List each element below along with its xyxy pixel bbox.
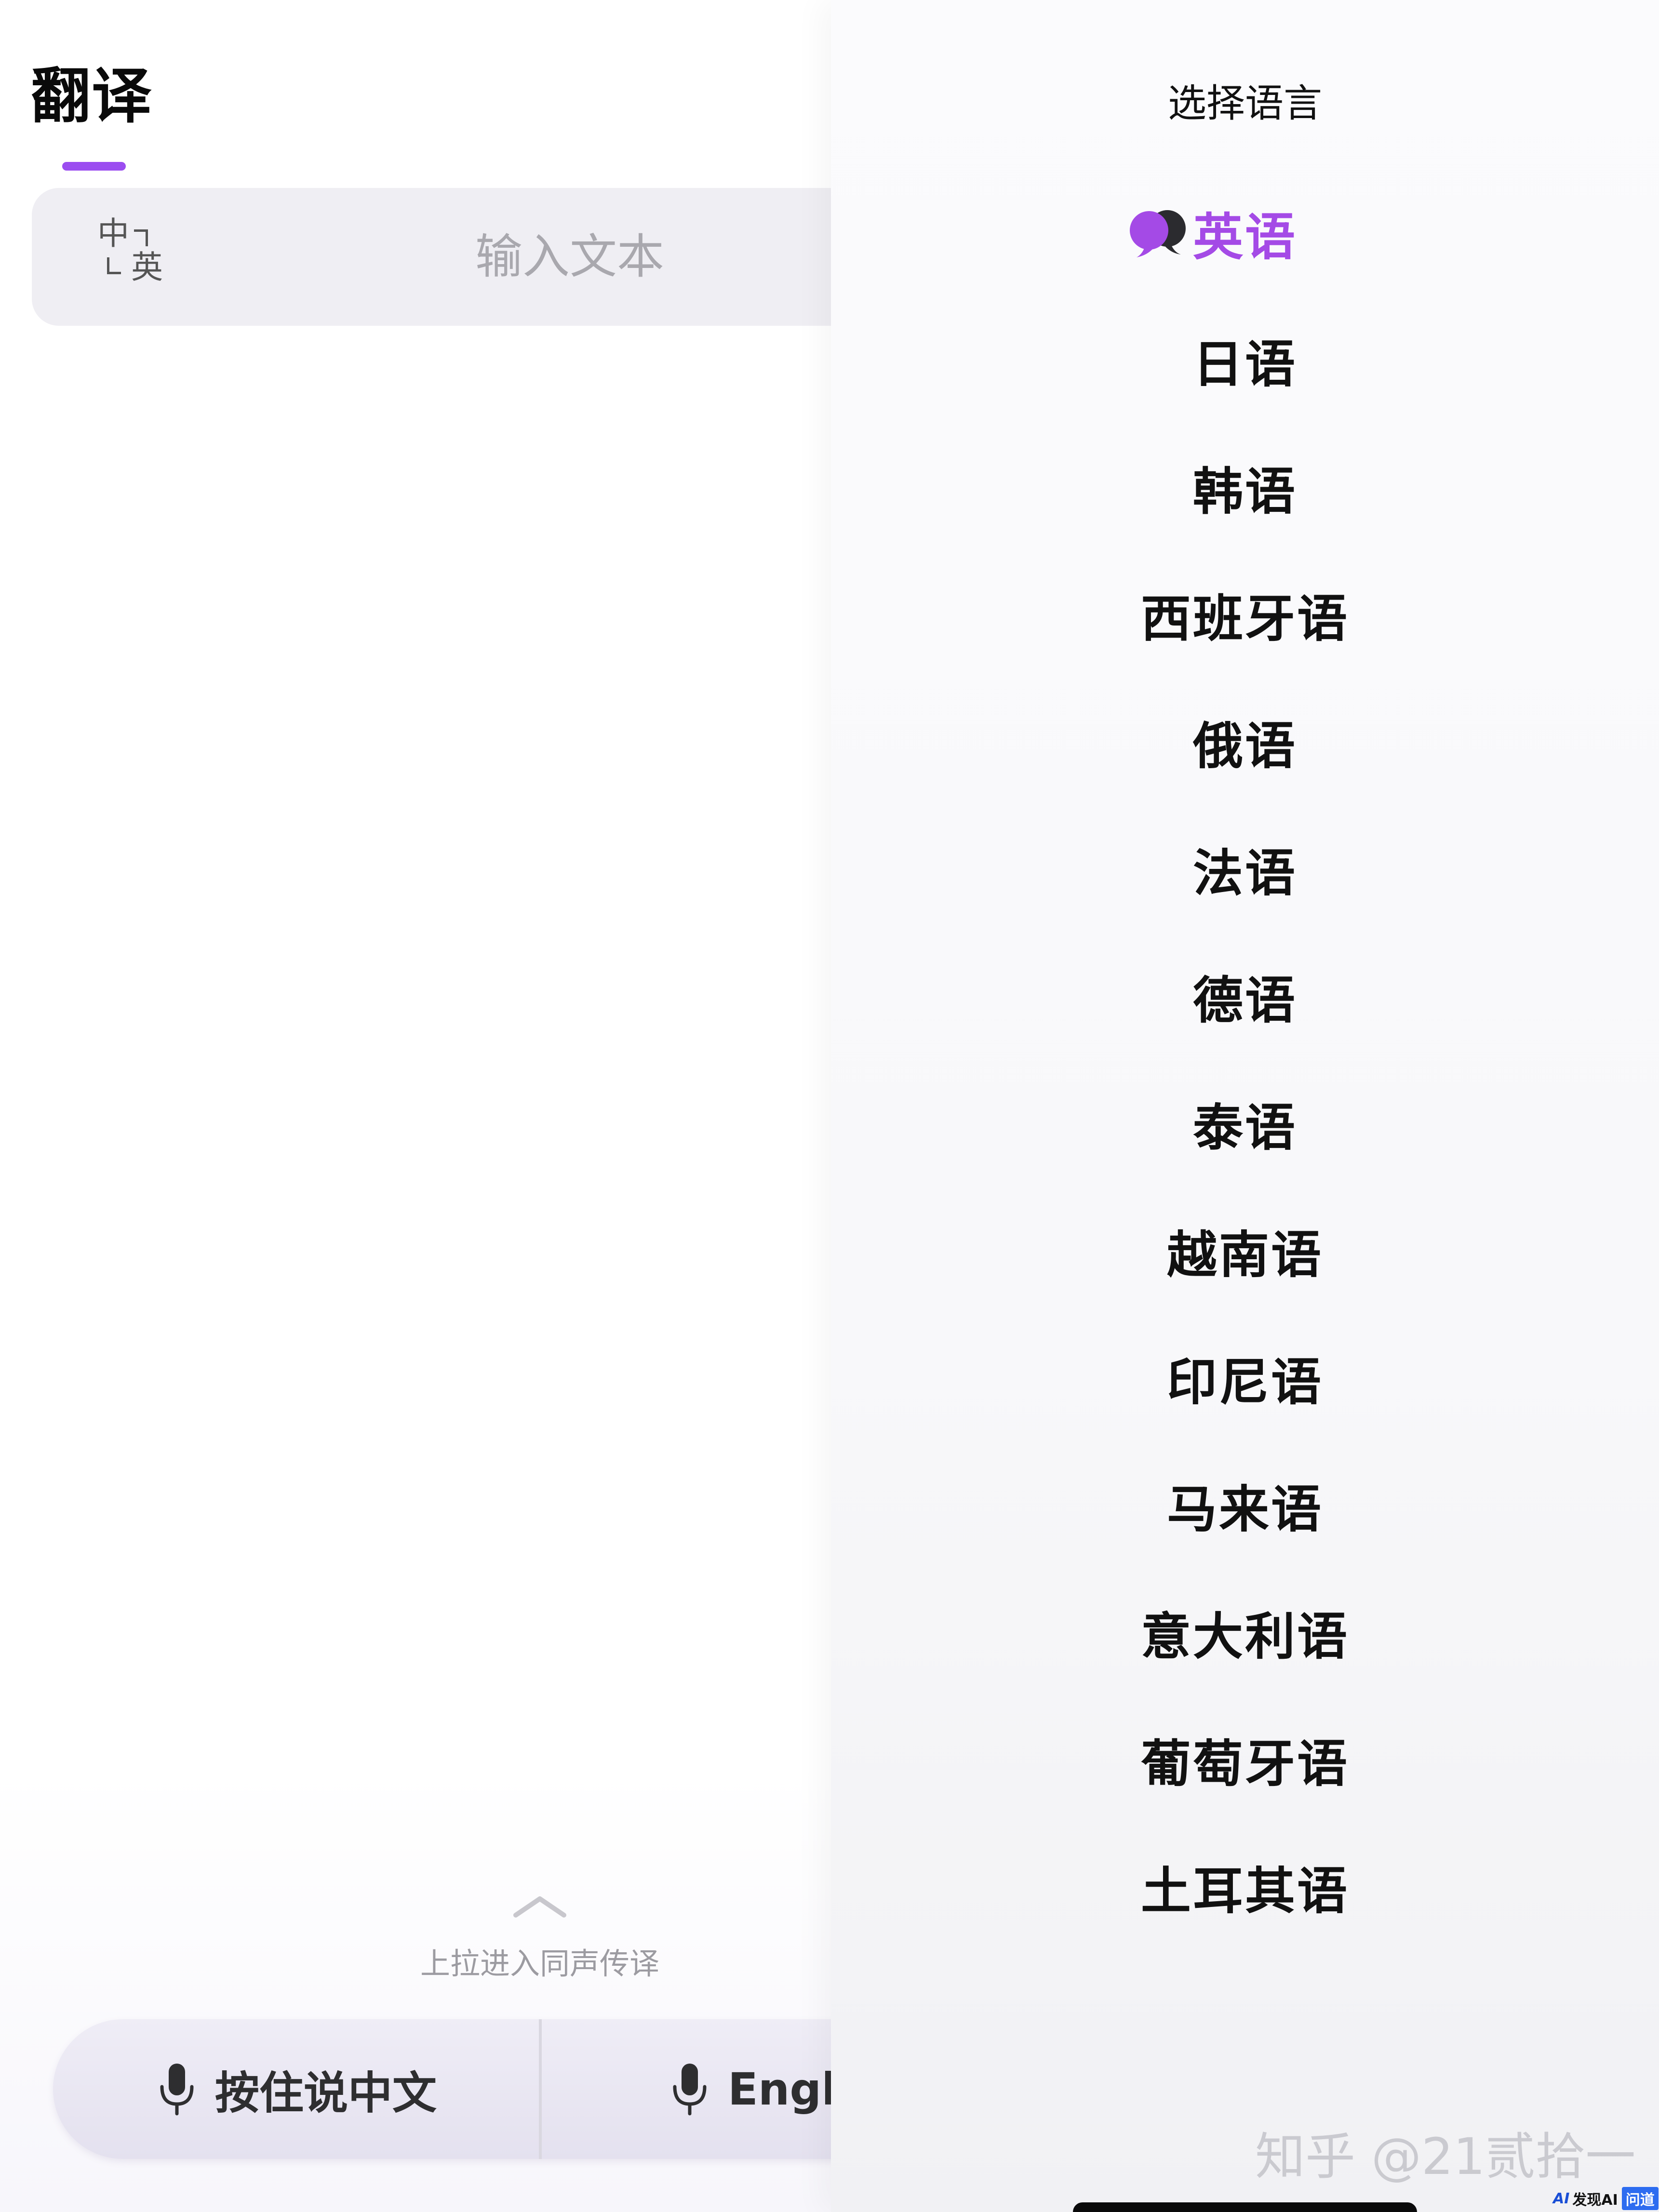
- language-label: 日语: [1192, 334, 1297, 394]
- language-label: 西班牙语: [1140, 589, 1349, 648]
- text-input[interactable]: [369, 188, 803, 326]
- corner-badge: AI 发现AI 问道: [1553, 2187, 1659, 2210]
- language-option-spanish[interactable]: 西班牙语: [831, 550, 1659, 678]
- speech-bubbles-icon: [1130, 210, 1186, 257]
- panel-title: 选择语言: [1168, 81, 1322, 126]
- language-option-french[interactable]: 法语: [831, 805, 1659, 932]
- translate-screen: 翻译 中 英 上拉进入同声传译 按住说中文: [0, 0, 831, 2212]
- chevron-up-icon[interactable]: [513, 1894, 567, 1918]
- hold-to-speak-english-button[interactable]: Engl: [672, 2019, 831, 2159]
- language-option-japanese[interactable]: 日语: [831, 296, 1659, 423]
- language-label: 泰语: [1192, 1098, 1297, 1157]
- language-label: 韩语: [1192, 462, 1297, 521]
- language-label: 土耳其语: [1140, 1861, 1349, 1920]
- language-label: 越南语: [1166, 1225, 1323, 1284]
- microphone-icon: [673, 2064, 707, 2116]
- page-title: 翻译: [31, 62, 153, 131]
- text-input-bar[interactable]: 中 英: [32, 188, 831, 326]
- language-label: 印尼语: [1166, 1352, 1323, 1412]
- microphone-icon: [160, 2064, 194, 2116]
- language-label: 葡萄牙语: [1140, 1734, 1349, 1793]
- hold-to-speak-chinese-button[interactable]: 按住说中文: [159, 2019, 437, 2159]
- title-underline: [62, 162, 126, 171]
- badge-box: 问道: [1621, 2187, 1659, 2210]
- language-option-russian[interactable]: 俄语: [831, 678, 1659, 805]
- language-label: 法语: [1192, 843, 1297, 903]
- voice-label-chinese: 按住说中文: [215, 2067, 437, 2119]
- language-select-panel: 选择语言 英语 日语 韩语 西班牙语 俄语 法语 德语 泰语 越南语 印尼语 马…: [831, 0, 1659, 2212]
- badge-ai-mark: AI: [1553, 2190, 1570, 2207]
- language-label: 英语: [1192, 207, 1297, 267]
- language-option-portuguese[interactable]: 葡萄牙语: [831, 1695, 1659, 1823]
- voice-divider: [539, 2019, 542, 2159]
- language-swap-icon[interactable]: 中 英: [64, 215, 163, 300]
- language-option-german[interactable]: 德语: [831, 932, 1659, 1059]
- language-label: 俄语: [1192, 716, 1297, 775]
- swap-bracket-bottom: [107, 257, 121, 274]
- source-lang-glyph: 中: [97, 215, 129, 252]
- language-option-malay[interactable]: 马来语: [831, 1441, 1659, 1568]
- language-list: 英语 日语 韩语 西班牙语 俄语 法语 德语 泰语 越南语 印尼语 马来语 意大…: [831, 169, 1659, 1950]
- language-option-korean[interactable]: 韩语: [831, 423, 1659, 550]
- watermark: 知乎 @21贰拾一: [1255, 2127, 1636, 2186]
- language-label: 马来语: [1166, 1479, 1323, 1539]
- language-option-english[interactable]: 英语: [831, 169, 1659, 296]
- language-option-italian[interactable]: 意大利语: [831, 1568, 1659, 1695]
- badge-text: 发现AI: [1572, 2192, 1618, 2209]
- language-label: 德语: [1192, 971, 1297, 1030]
- language-label: 意大利语: [1140, 1607, 1349, 1666]
- voice-label-english: Engl: [728, 2063, 831, 2115]
- language-option-indonesian[interactable]: 印尼语: [831, 1314, 1659, 1441]
- language-option-vietnamese[interactable]: 越南语: [831, 1186, 1659, 1314]
- swap-bracket-top: [134, 229, 148, 246]
- home-indicator[interactable]: [1073, 2202, 1417, 2212]
- language-option-thai[interactable]: 泰语: [831, 1059, 1659, 1186]
- pull-up-hint: 上拉进入同声传译: [420, 1946, 659, 1981]
- voice-input-bar: 按住说中文 Engl: [53, 2019, 831, 2159]
- target-lang-glyph: 英: [131, 249, 163, 286]
- language-option-turkish[interactable]: 土耳其语: [831, 1823, 1659, 1950]
